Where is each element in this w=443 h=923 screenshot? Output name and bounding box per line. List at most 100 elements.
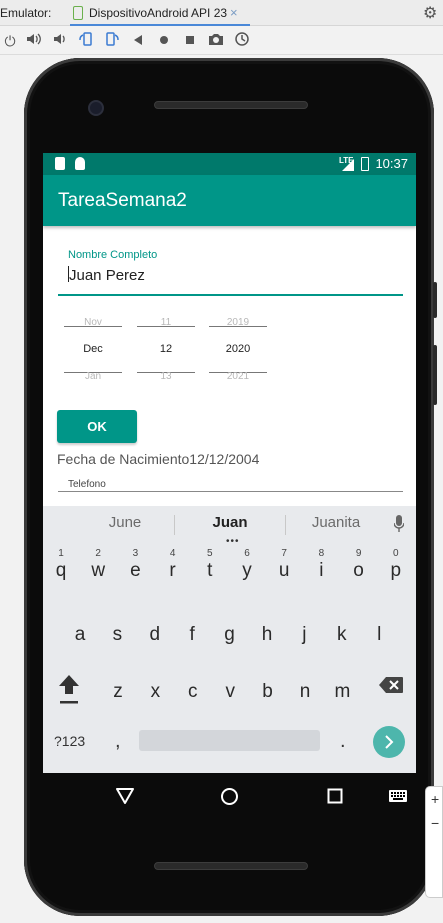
name-input[interactable]: Juan Perez [68, 266, 145, 284]
nav-overview-icon[interactable] [327, 788, 343, 804]
home-icon[interactable] [154, 31, 174, 51]
key-label: w [91, 560, 106, 581]
front-camera [88, 100, 104, 116]
picker-divider [137, 326, 195, 327]
app-title: TareaSemana2 [58, 190, 187, 211]
volume-down-icon[interactable] [50, 31, 70, 51]
key-label: l [377, 624, 382, 645]
key-c[interactable]: c [176, 669, 210, 715]
key-t[interactable]: 5t [193, 548, 227, 594]
enter-key[interactable] [373, 726, 405, 758]
key-a[interactable]: a [63, 612, 97, 658]
comma-key[interactable]: , [115, 730, 121, 753]
camera-icon[interactable] [206, 31, 226, 51]
key-y[interactable]: 6y [230, 548, 264, 594]
key-l[interactable]: l [362, 612, 396, 658]
device-tab[interactable]: DispositivoAndroid API 23 × [70, 3, 250, 26]
key-label: x [150, 681, 161, 702]
phone-field-underline [58, 491, 403, 492]
gear-icon[interactable]: ⚙ [423, 3, 437, 23]
emulator-label: Emulator: [0, 6, 52, 20]
rotate-right-icon[interactable] [102, 31, 122, 51]
key-h[interactable]: h [250, 612, 284, 658]
key-n[interactable]: n [288, 669, 322, 715]
key-label: u [278, 560, 290, 581]
key-j[interactable]: j [287, 612, 321, 658]
key-hint: 8 [318, 548, 325, 559]
suggestion-divider [285, 515, 286, 535]
status-bar: LTE 10:37 [43, 153, 416, 175]
key-label: y [242, 560, 252, 581]
suggestion-divider [174, 515, 175, 535]
key-b[interactable]: b [251, 669, 285, 715]
rotate-left-icon[interactable] [76, 31, 96, 51]
suggestion-2[interactable]: Juan [193, 514, 267, 531]
nav-back-icon[interactable] [115, 787, 135, 805]
key-k[interactable]: k [325, 612, 359, 658]
nav-home-icon[interactable] [220, 787, 239, 806]
key-label: o [353, 560, 364, 581]
key-label: z [113, 681, 123, 702]
key-f[interactable]: f [175, 612, 209, 658]
device-screen: LTE 10:37 TareaSemana2 Nombre Completo J… [43, 153, 416, 773]
key-label: p [390, 560, 402, 581]
key-m[interactable]: m [325, 669, 359, 715]
power-icon[interactable]: ⏻ [0, 31, 20, 51]
signal-icon [342, 159, 354, 171]
suggestion-1[interactable]: June [88, 514, 162, 531]
key-q[interactable]: 1q [44, 548, 78, 594]
zoom-history-icon[interactable] [232, 31, 252, 51]
period-key[interactable]: . [340, 730, 346, 753]
key-o[interactable]: 9o [342, 548, 376, 594]
birthdate-text: Fecha de Nacimiento12/12/2004 [57, 451, 260, 467]
key-label: b [262, 681, 273, 702]
suggestion-3[interactable]: Juanita [299, 514, 373, 531]
key-hint: 2 [95, 548, 101, 559]
key-u[interactable]: 7u [267, 548, 301, 594]
clock: 10:37 [375, 156, 408, 171]
spacebar[interactable] [139, 730, 320, 751]
phone-field-hint[interactable]: Telefono [68, 479, 106, 490]
zoom-out-icon[interactable]: − [431, 815, 439, 831]
key-z[interactable]: z [101, 669, 135, 715]
key-w[interactable]: 2w [81, 548, 115, 594]
key-hint: 3 [132, 548, 139, 559]
key-hint: 9 [355, 548, 362, 559]
year-picker[interactable]: 2019 2020 2021 [209, 315, 267, 385]
ok-button[interactable]: OK [57, 410, 137, 443]
name-field-underline [58, 294, 403, 296]
key-p[interactable]: 0p [379, 548, 413, 594]
key-g[interactable]: g [213, 612, 247, 658]
key-s[interactable]: s [100, 612, 134, 658]
backspace-icon[interactable] [378, 676, 404, 694]
shift-icon[interactable] [58, 673, 80, 705]
key-r[interactable]: 4r [156, 548, 190, 594]
android-icon [75, 157, 85, 170]
month-next: Jan [84, 371, 102, 382]
key-e[interactable]: 3e [118, 548, 152, 594]
device-icon [73, 6, 83, 20]
key-x[interactable]: x [138, 669, 172, 715]
keyboard-toggle-icon[interactable] [388, 789, 408, 803]
year-selected: 2020 [225, 343, 251, 355]
day-picker[interactable]: 11 12 13 [137, 315, 195, 385]
month-picker[interactable]: Nov Dec Jan [64, 315, 122, 385]
suggestion-more-dots: ••• [226, 536, 240, 547]
key-d[interactable]: d [138, 612, 172, 658]
key-i[interactable]: 8i [304, 548, 338, 594]
close-tab-icon[interactable]: × [230, 5, 238, 20]
volume-up-icon[interactable] [24, 31, 44, 51]
key-v[interactable]: v [213, 669, 247, 715]
app-bar: TareaSemana2 [43, 175, 416, 226]
key-hint: 7 [281, 548, 287, 559]
day-next: 13 [160, 371, 172, 382]
mic-icon[interactable] [394, 515, 404, 533]
zoom-in-icon[interactable]: + [431, 791, 439, 807]
battery-icon [361, 157, 369, 171]
chevron-right-icon [385, 735, 394, 749]
back-icon[interactable] [128, 31, 148, 51]
overview-icon[interactable] [180, 31, 200, 51]
symbols-key[interactable]: ?123 [54, 733, 85, 749]
key-label: n [299, 681, 311, 702]
soft-keyboard: June Juan ••• Juanita 1q2w3e4r5t6y7u8i9o… [43, 506, 416, 773]
